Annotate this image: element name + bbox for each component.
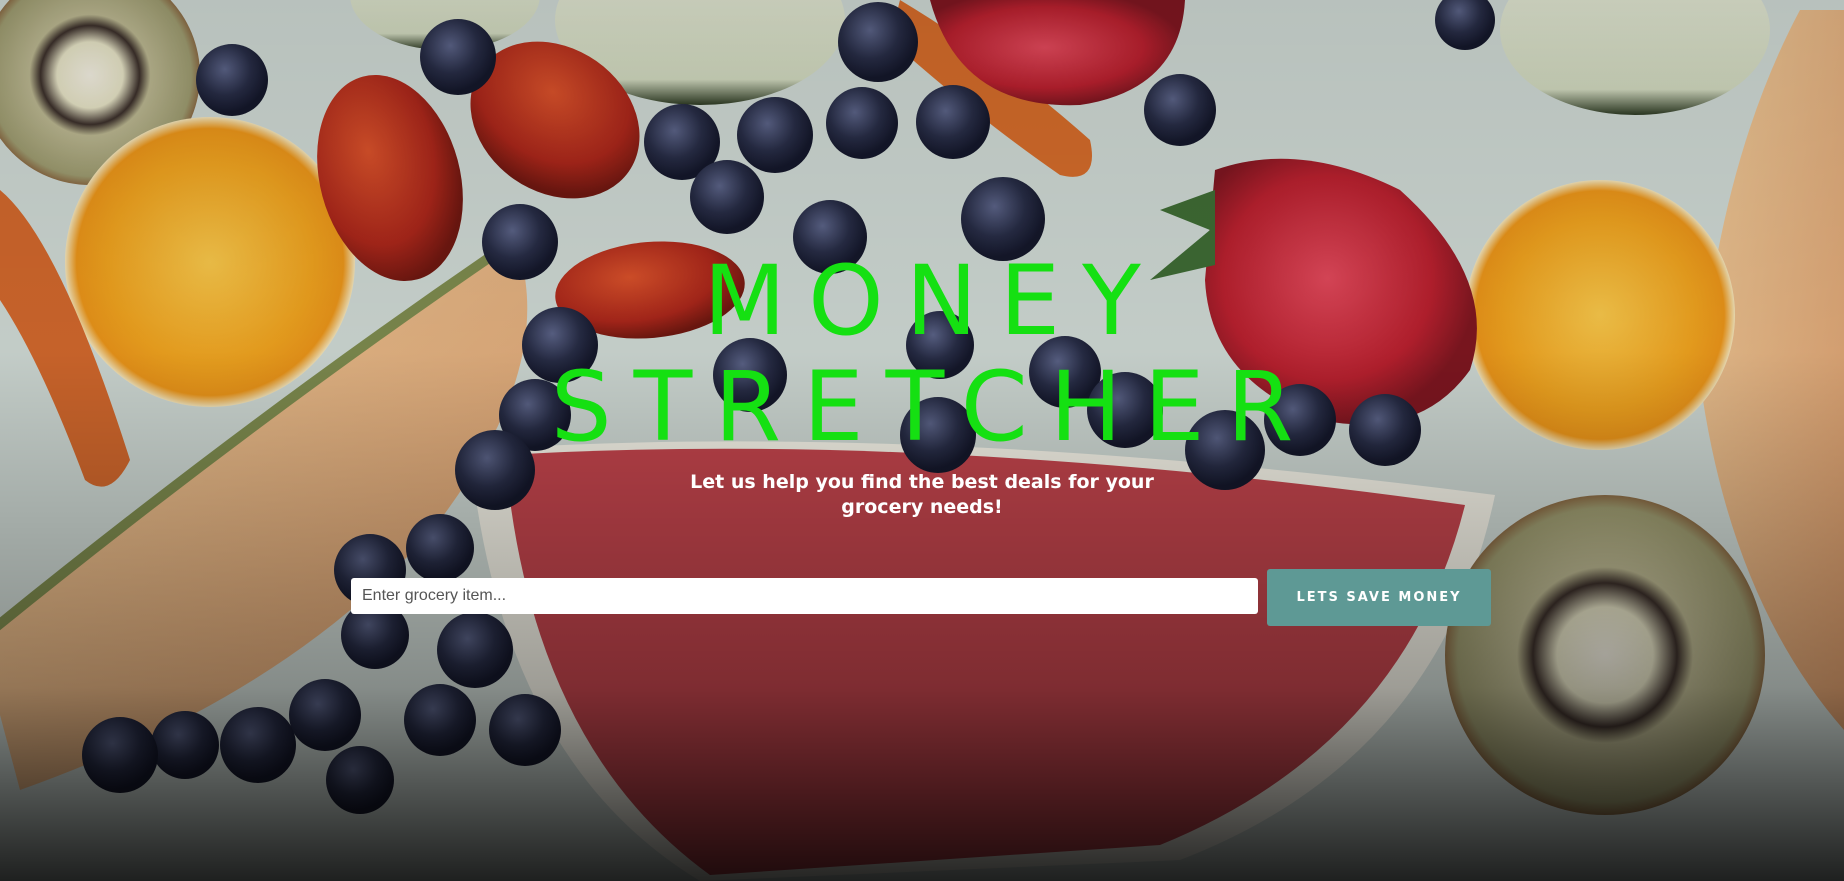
grocery-search-input[interactable]	[351, 578, 1258, 614]
lets-save-money-button[interactable]: LETS SAVE MONEY	[1267, 569, 1491, 626]
title-line-2: STRETCHER	[550, 351, 1316, 463]
hero-subtitle: Let us help you find the best deals for …	[690, 471, 1154, 518]
page-title: MONEY STRETCHER	[0, 248, 1844, 460]
landing-page: MONEY STRETCHER Let us help you find the…	[0, 0, 1844, 881]
title-line-1: MONEY	[703, 245, 1163, 357]
hero-section: MONEY STRETCHER Let us help you find the…	[0, 0, 1844, 881]
